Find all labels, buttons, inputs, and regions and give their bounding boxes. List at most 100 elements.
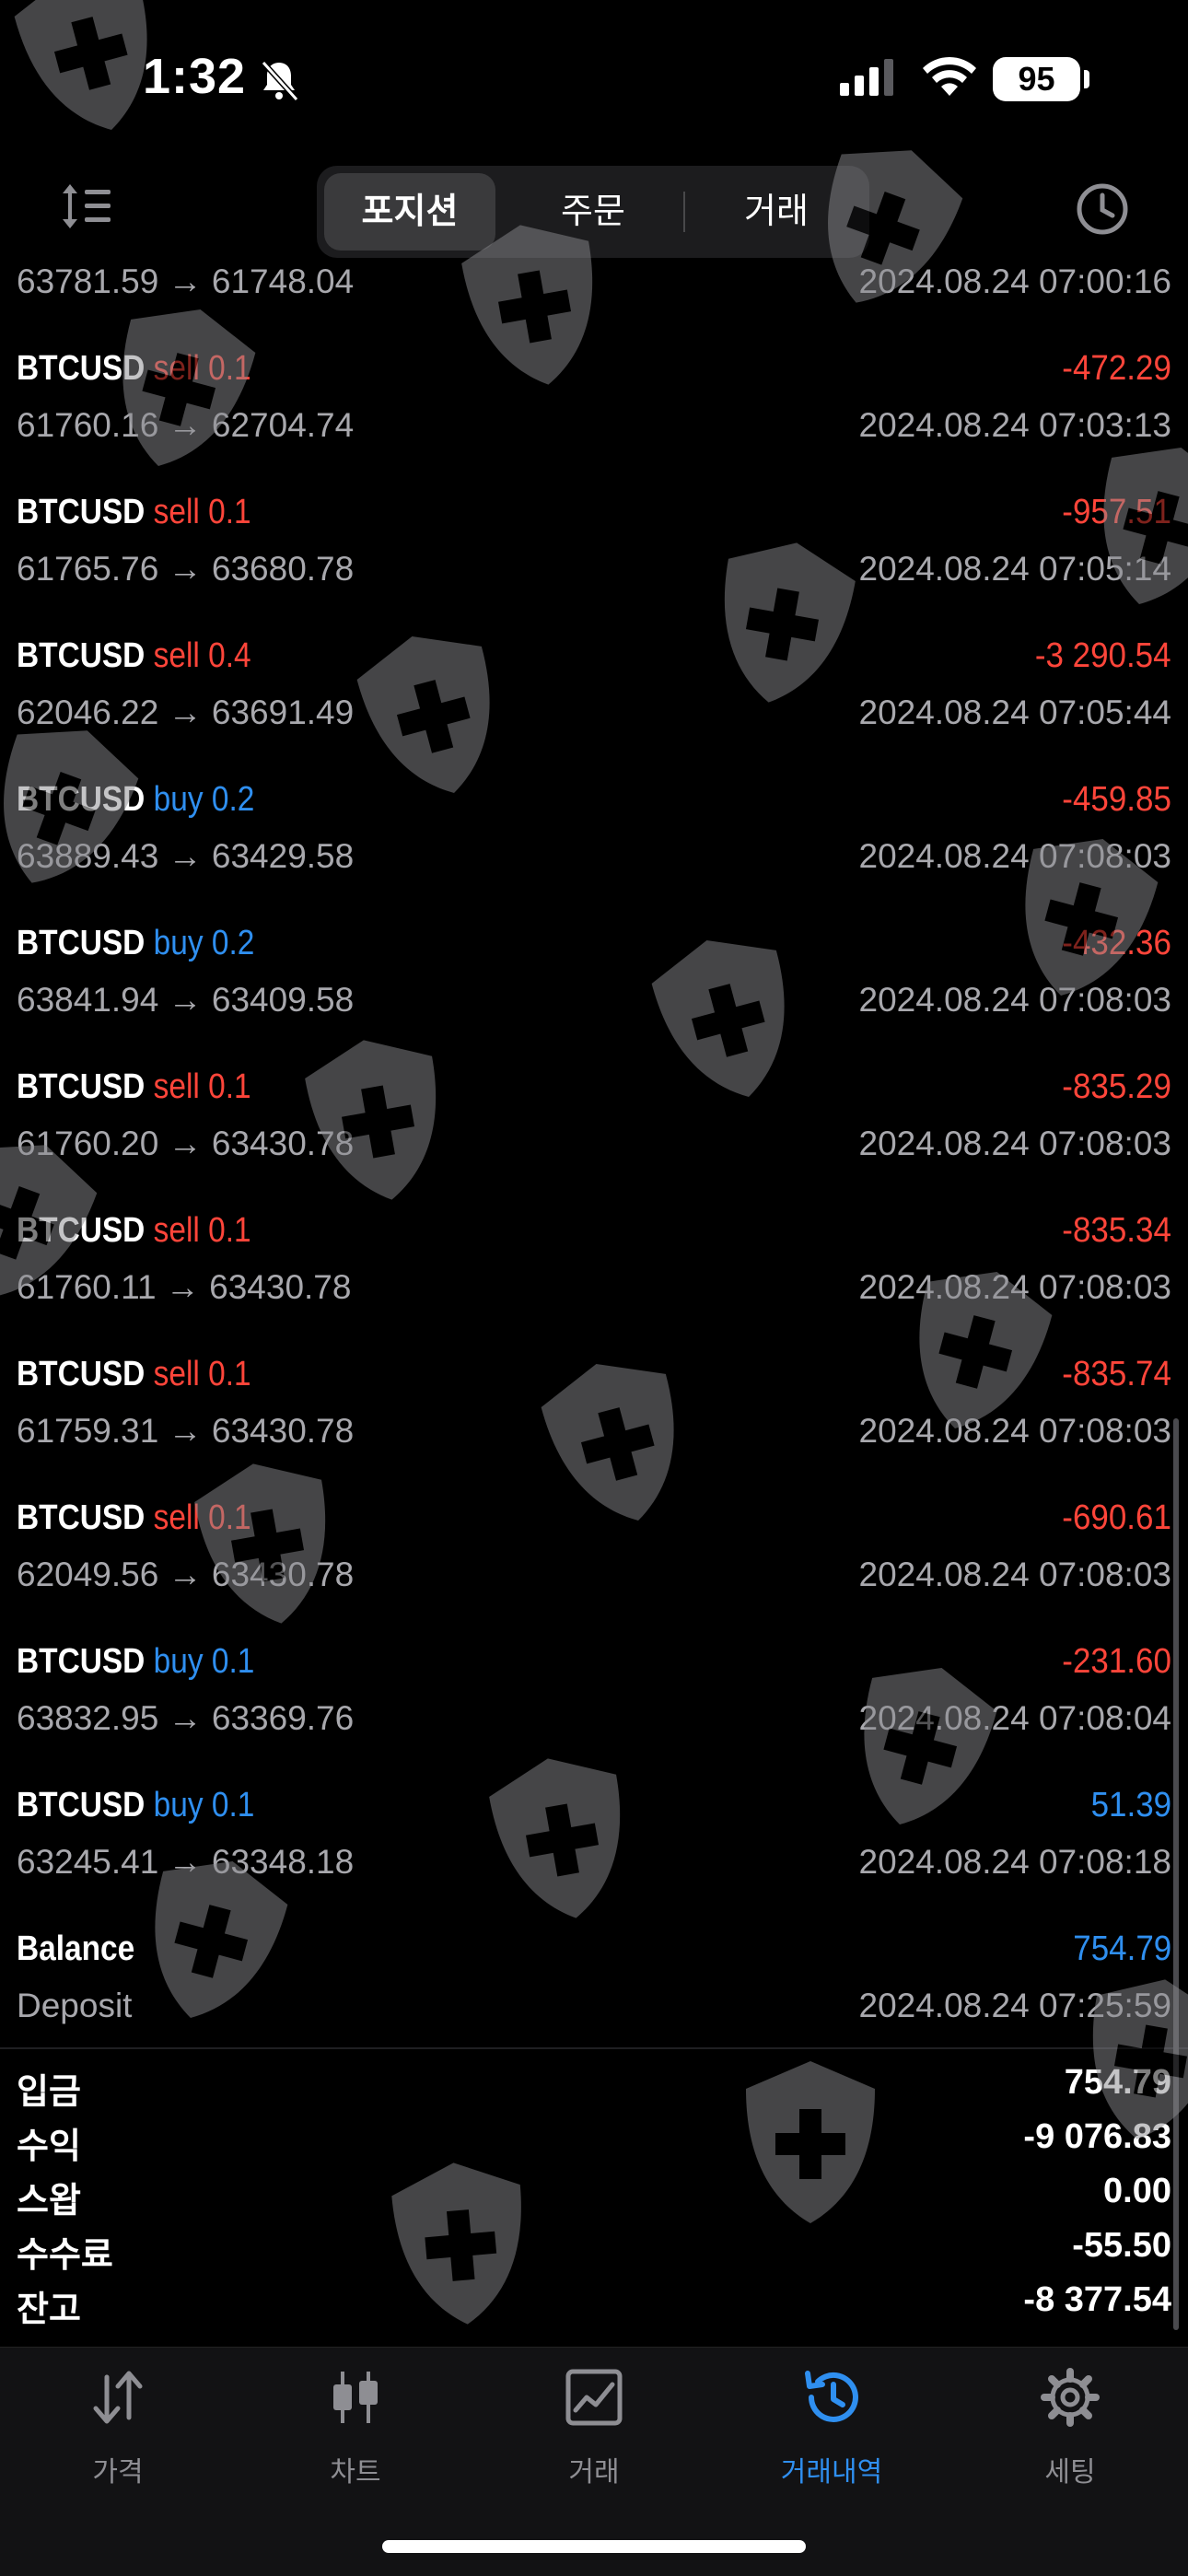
- trade-date: 2024.08.24 07:08:03: [858, 1125, 1172, 1162]
- trade-volume: 0.4: [208, 636, 251, 675]
- trade-volume: 0.1: [211, 1786, 255, 1824]
- wifi-icon: [923, 56, 976, 96]
- list-item[interactable]: BTCUSD buy 0.1 -231.60 63832.95 → 63369.…: [0, 1635, 1188, 1778]
- clock-icon[interactable]: [1076, 182, 1129, 236]
- trade-volume: 0.1: [208, 1498, 251, 1537]
- list-item[interactable]: BTCUSD sell 0.1 -835.29 61760.20 → 63430…: [0, 1060, 1188, 1204]
- trade-date: 2024.08.24 07:08:03: [858, 1268, 1172, 1306]
- tab-settings[interactable]: 세팅: [978, 2368, 1162, 2488]
- tab-label: 거래내역: [780, 2457, 883, 2488]
- trade-date: 2024.08.24 07:08:03: [858, 981, 1172, 1019]
- divider: [0, 2047, 1188, 2049]
- trade-side: buy: [153, 780, 204, 819]
- trade-symbol: BTCUSD buy 0.2: [17, 780, 254, 820]
- list-item[interactable]: 63781.59 → 61748.04 2024.08.24 07:00:16: [0, 262, 1188, 342]
- trade-date: 2024.08.24 07:08:18: [858, 1843, 1172, 1881]
- trade-symbol: BTCUSD buy 0.2: [17, 924, 254, 963]
- tab-quotes[interactable]: 가격: [26, 2368, 210, 2488]
- segment-divider: [683, 192, 685, 232]
- status-bar: 1:32 95: [0, 0, 1188, 157]
- trade-date: 2024.08.24 07:05:14: [858, 550, 1172, 588]
- list-item[interactable]: BTCUSD sell 0.1 -690.61 62049.56 → 63430…: [0, 1491, 1188, 1635]
- list-item[interactable]: BTCUSD sell 0.1 -472.29 61760.16 → 62704…: [0, 342, 1188, 485]
- trade-profit: -472.29: [1062, 349, 1171, 388]
- gear-icon: [1041, 2368, 1100, 2427]
- segment-deals[interactable]: 거래: [691, 173, 862, 251]
- trade-profit: -957.51: [1062, 493, 1171, 531]
- summary-label: 스왑: [17, 2182, 81, 2220]
- tab-label: 가격: [92, 2457, 144, 2488]
- trade-symbol: BTCUSD sell 0.1: [17, 1498, 251, 1538]
- trade-profit: -3 290.54: [1035, 636, 1171, 675]
- list-item[interactable]: BTCUSD sell 0.4 -3 290.54 62046.22 → 636…: [0, 629, 1188, 773]
- trade-side: buy: [153, 1786, 204, 1824]
- price-range: 62049.56 → 63430.78: [17, 1556, 355, 1593]
- segment-orders[interactable]: 주문: [507, 173, 679, 251]
- symbol: BTCUSD: [17, 1067, 146, 1106]
- list-item[interactable]: BTCUSD sell 0.1 -957.51 61765.76 → 63680…: [0, 485, 1188, 629]
- trade-symbol: BTCUSD sell 0.4: [17, 636, 251, 676]
- trade-profit: -835.34: [1062, 1211, 1171, 1250]
- symbol: BTCUSD: [17, 1498, 146, 1537]
- history-icon: [805, 2371, 858, 2422]
- price-range: 63245.41 → 63348.18: [17, 1843, 355, 1881]
- symbol: BTCUSD: [17, 1211, 146, 1250]
- segment-positions[interactable]: 포지션: [324, 173, 495, 251]
- trade-date: 2024.08.24 07:08:03: [858, 837, 1172, 875]
- price-range: 63889.43 → 63429.58: [17, 837, 355, 875]
- trade-side: sell: [153, 1355, 200, 1393]
- tab-label: 차트: [330, 2457, 381, 2488]
- symbol: BTCUSD: [17, 1786, 146, 1824]
- sort-icon[interactable]: [59, 182, 114, 230]
- trade-volume: 0.2: [211, 924, 255, 962]
- list-item[interactable]: BTCUSD buy 0.2 -459.85 63889.43 → 63429.…: [0, 773, 1188, 916]
- summary-value: 0.00: [1103, 2172, 1171, 2210]
- trade-side: sell: [153, 1211, 200, 1250]
- trade-side: sell: [153, 1067, 200, 1106]
- trade-volume: 0.2: [211, 780, 255, 819]
- trade-volume: 0.1: [211, 1642, 255, 1681]
- trade-symbol: BTCUSD sell 0.1: [17, 493, 251, 532]
- symbol: BTCUSD: [17, 349, 146, 388]
- list-item[interactable]: BTCUSD buy 0.1 51.39 63245.41 → 63348.18…: [0, 1778, 1188, 1922]
- tab-history[interactable]: 거래내역: [740, 2368, 924, 2488]
- trade-profit: -690.61: [1062, 1498, 1171, 1537]
- trade-volume: 0.1: [208, 493, 251, 531]
- trade-profit: -459.85: [1062, 780, 1171, 819]
- list-item[interactable]: BTCUSD sell 0.1 -835.34 61760.11 → 63430…: [0, 1204, 1188, 1347]
- tab-label: 세팅: [1044, 2457, 1096, 2488]
- trade-date: 2024.08.24 07:08:03: [858, 1412, 1172, 1450]
- tab-trade[interactable]: 거래: [502, 2368, 686, 2488]
- trade-side: buy: [153, 1642, 204, 1681]
- balance-amount: 754.79: [1073, 1929, 1171, 1968]
- tab-chart[interactable]: 차트: [263, 2368, 448, 2488]
- summary-row-profit: 수익 -9 076.83: [0, 2117, 1188, 2171]
- trade-profit: -432.36: [1062, 924, 1171, 962]
- symbol: BTCUSD: [17, 924, 146, 962]
- home-indicator[interactable]: [382, 2540, 806, 2553]
- price-range: 61759.31 → 63430.78: [17, 1412, 355, 1450]
- trade-symbol: BTCUSD sell 0.1: [17, 1211, 251, 1251]
- scrollbar[interactable]: [1173, 1418, 1179, 2330]
- segmented-control: 포지션 주문 거래: [317, 166, 869, 258]
- top-bar: 포지션 주문 거래: [0, 157, 1188, 267]
- trade-date: 2024.08.24 07:25:59: [858, 1987, 1172, 2024]
- summary-row-balance: 잔고 -8 377.54: [0, 2280, 1188, 2334]
- price-range: 61765.76 → 63680.78: [17, 550, 355, 588]
- trade-symbol: BTCUSD sell 0.1: [17, 349, 251, 389]
- list-item[interactable]: Balance 754.79 Deposit 2024.08.24 07:25:…: [0, 1922, 1188, 2054]
- trade-side: sell: [153, 636, 200, 675]
- battery-nub: [1084, 70, 1089, 88]
- summary-value: -55.50: [1072, 2226, 1171, 2265]
- summary-label: 수수료: [17, 2236, 113, 2275]
- list-item[interactable]: BTCUSD buy 0.2 -432.36 63841.94 → 63409.…: [0, 916, 1188, 1060]
- symbol: Balance: [17, 1929, 135, 1968]
- list-item[interactable]: BTCUSD sell 0.1 -835.74 61759.31 → 63430…: [0, 1347, 1188, 1491]
- symbol: BTCUSD: [17, 1642, 146, 1681]
- trade-date: 2024.08.24 07:00:16: [858, 262, 1172, 300]
- trade-date: 2024.08.24 07:08:03: [858, 1556, 1172, 1593]
- status-time: 1:32: [143, 49, 247, 104]
- price-range: 63832.95 → 63369.76: [17, 1699, 355, 1737]
- summary-row-deposit: 입금 754.79: [0, 2063, 1188, 2116]
- history-list[interactable]: 63781.59 → 61748.04 2024.08.24 07:00:16 …: [0, 262, 1188, 2054]
